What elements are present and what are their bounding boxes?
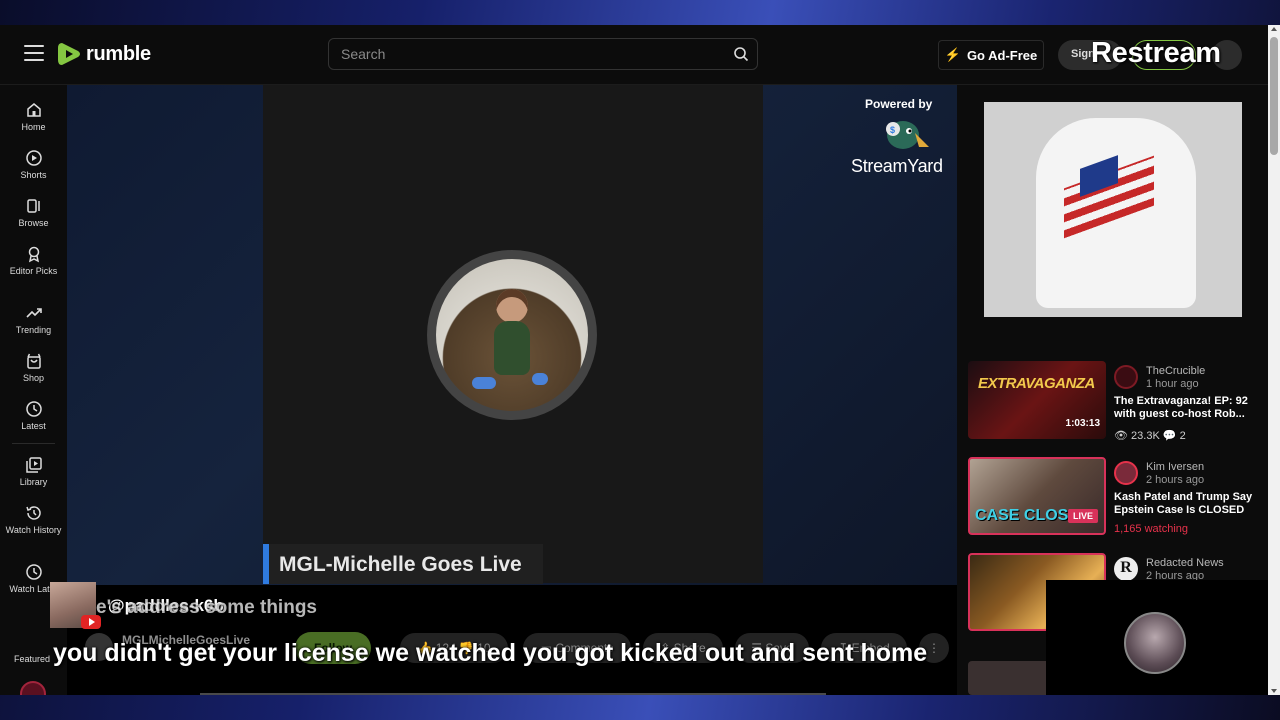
- sidebar-divider: [12, 443, 55, 444]
- eye-icon: 👁: [1114, 430, 1132, 442]
- home-icon: [26, 103, 41, 117]
- browse-icon: [26, 199, 40, 213]
- library-icon: [25, 457, 42, 473]
- sidebar-item-shorts[interactable]: Shorts: [0, 149, 67, 181]
- sidebar-item-label: Library: [19, 477, 48, 487]
- sidebar-item-label: Watch History: [5, 525, 62, 535]
- sidebar-item-label: Home: [21, 122, 46, 132]
- channel-avatar[interactable]: [1114, 461, 1138, 485]
- shorts-icon: [25, 150, 42, 166]
- comment-text: e's address some things: [96, 597, 317, 618]
- sidebar-item-label: Editor Picks: [9, 266, 58, 276]
- related-video-card[interactable]: CASE CLOSED LIVE Kim Iversen 2 hours ago…: [968, 457, 1258, 541]
- more-icon: ⋮: [928, 641, 940, 655]
- sidebar-item-label: Trending: [15, 325, 52, 335]
- owl-avatar: [1124, 612, 1186, 674]
- stream-title: MGL-Michelle Goes Live: [279, 553, 522, 576]
- go-ad-free-label: Go Ad-Free: [966, 47, 1038, 63]
- live-caption: you didn't get your license we watched y…: [53, 639, 928, 667]
- channel-name[interactable]: Kim Iversen: [1146, 461, 1204, 473]
- stream-stage: [263, 85, 763, 583]
- video-title[interactable]: Kash Patel and Trump Say Epstein Case Is…: [1114, 491, 1256, 517]
- rumble-logo[interactable]: rumble: [56, 40, 151, 68]
- go-ad-free-button[interactable]: ⚡ Go Ad-Free: [938, 40, 1044, 70]
- channel-name[interactable]: TheCrucible: [1146, 365, 1205, 377]
- sidebar-item-label: Shorts: [20, 170, 47, 180]
- pip-overlay: [1046, 580, 1268, 695]
- channel-name[interactable]: Redacted News: [1146, 557, 1224, 569]
- powered-by-label: Powered by: [865, 97, 933, 111]
- streamer-avatar: [427, 250, 597, 420]
- video-stats: 👁 23.3K 💬 2: [1114, 429, 1186, 442]
- sidebar-item-browse[interactable]: Browse: [0, 197, 67, 229]
- scroll-up-icon[interactable]: [1271, 27, 1277, 31]
- search-input[interactable]: [341, 39, 721, 69]
- comment-icon: 💬: [1162, 430, 1180, 442]
- channel-avatar[interactable]: [1114, 365, 1138, 389]
- live-viewers: 1,165 watching: [1114, 523, 1188, 535]
- bolt-icon: ⚡: [944, 47, 961, 62]
- scroll-thumb[interactable]: [1270, 37, 1278, 155]
- rumble-play-icon: [58, 43, 80, 65]
- browser-viewport: rumble ⚡ Go Ad-Free Sign Restream Home S…: [0, 25, 1280, 695]
- upload-time: 2 hours ago: [1146, 474, 1205, 486]
- video-player[interactable]: MGL-Michelle Goes Live Powered by $ Stre…: [67, 85, 957, 585]
- video-title[interactable]: The Extravaganza! EP: 92 with guest co-h…: [1114, 395, 1256, 421]
- view-count: 23.3K: [1131, 430, 1160, 442]
- search-icon[interactable]: [733, 46, 749, 62]
- comment-count: 2: [1179, 430, 1186, 442]
- related-video-card[interactable]: EXTRAVAGANZA 1:03:13 TheCrucible 1 hour …: [968, 361, 1258, 445]
- shop-icon: [26, 353, 41, 369]
- streamyard-brand: StreamYard: [851, 156, 943, 176]
- sidebar-item-latest[interactable]: Latest: [0, 400, 67, 432]
- editor-picks-icon: [28, 246, 39, 263]
- menu-icon[interactable]: [24, 45, 44, 63]
- sidebar-item-label: Browse: [18, 218, 49, 228]
- svg-text:$: $: [890, 125, 895, 135]
- sidebar-item-shop[interactable]: Shop: [0, 352, 67, 384]
- child-photo: [436, 259, 588, 411]
- history-icon: [25, 506, 41, 520]
- live-badge: LIVE: [1068, 509, 1099, 523]
- sidebar-item-editor-picks[interactable]: Editor Picks: [0, 245, 67, 277]
- sidebar-item-watch-history[interactable]: Watch History: [0, 504, 67, 536]
- sidebar-item-home[interactable]: Home: [0, 101, 67, 133]
- search-box: [328, 38, 758, 70]
- video-duration: 1:03:13: [1065, 418, 1100, 429]
- video-thumbnail: CASE CLOSED LIVE: [968, 457, 1106, 535]
- sidebar-item-library[interactable]: Library: [0, 456, 67, 488]
- sidebar-item-trending[interactable]: Trending: [0, 304, 67, 336]
- upload-time: 1 hour ago: [1146, 378, 1199, 390]
- brand-name: rumble: [86, 42, 151, 65]
- scroll-down-icon[interactable]: [1271, 689, 1277, 693]
- sidebar-item-label: Shop: [22, 373, 45, 383]
- advertisement[interactable]: [984, 102, 1242, 317]
- sidebar-item-label: Latest: [21, 421, 46, 431]
- screen: rumble ⚡ Go Ad-Free Sign Restream Home S…: [0, 0, 1280, 720]
- channel-avatar[interactable]: R: [1114, 557, 1138, 581]
- clock-icon: [25, 401, 42, 417]
- featured-heading: Featured: [14, 654, 51, 664]
- trending-icon: [25, 308, 42, 318]
- stream-title-banner: MGL-Michelle Goes Live: [263, 544, 543, 584]
- scrollbar[interactable]: [1268, 25, 1280, 695]
- featured-channel-avatar[interactable]: [20, 681, 46, 695]
- streamyard-duck-icon: $: [886, 121, 929, 149]
- progress-track[interactable]: [200, 693, 826, 695]
- top-bar: rumble ⚡ Go Ad-Free Sign Restream: [0, 25, 1268, 85]
- thumbnail-title: EXTRAVAGANZA: [978, 375, 1095, 392]
- video-thumbnail: EXTRAVAGANZA 1:03:13: [968, 361, 1106, 439]
- restream-watermark: Restream: [1091, 37, 1221, 69]
- clock-icon: [25, 564, 42, 580]
